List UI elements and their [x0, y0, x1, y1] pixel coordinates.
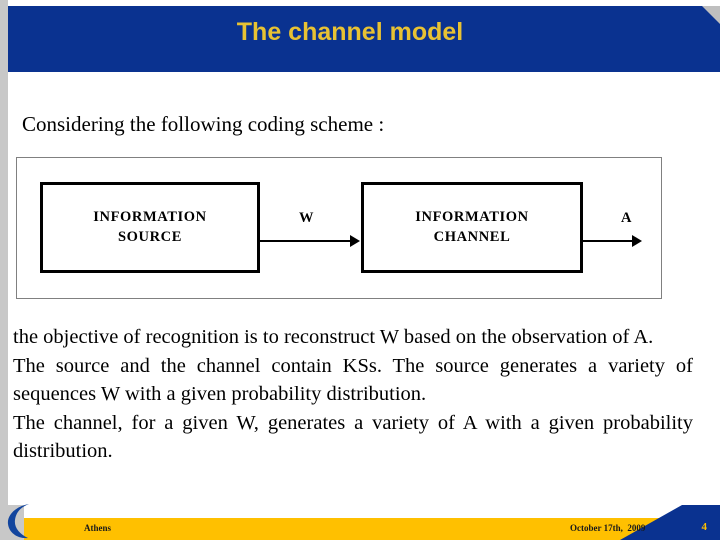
arrow-w-line	[260, 240, 352, 242]
footer-location: Athens	[84, 523, 112, 533]
source-box-line1: INFORMATION	[93, 208, 207, 225]
arrow-w-label: W	[299, 210, 314, 226]
body-paragraph-2: The source and the channel contain KSs. …	[13, 354, 693, 406]
arrow-a-head-icon	[632, 235, 642, 247]
left-gray-rail	[0, 0, 8, 540]
arrow-a-label: A	[621, 210, 632, 226]
footer-date: October 17th, 2009	[570, 523, 646, 533]
footer-page-number: 4	[701, 521, 708, 533]
body-text-block: the objective of recognition is to recon…	[13, 323, 693, 466]
body-paragraph-3: The channel, for a given W, generates a …	[13, 411, 693, 463]
channel-box-line2: CHANNEL	[433, 228, 511, 245]
crescent-moon-logo-icon	[7, 504, 29, 539]
footer-white-strip	[24, 505, 720, 518]
arrow-a-line	[583, 240, 635, 242]
information-channel-box: INFORMATION CHANNEL	[361, 182, 583, 273]
slide-title: The channel model	[236, 18, 464, 46]
arrow-w-head-icon	[350, 235, 360, 247]
intro-line: Considering the following coding scheme …	[22, 112, 385, 136]
body-paragraph-1: the objective of recognition is to recon…	[13, 326, 654, 348]
channel-box-line1: INFORMATION	[415, 208, 529, 225]
channel-model-diagram: INFORMATION SOURCE W INFORMATION CHANNEL…	[16, 157, 662, 299]
source-box-line2: SOURCE	[117, 228, 183, 245]
slide-canvas: The channel model Considering the follow…	[0, 0, 720, 540]
information-source-box: INFORMATION SOURCE	[40, 182, 260, 273]
